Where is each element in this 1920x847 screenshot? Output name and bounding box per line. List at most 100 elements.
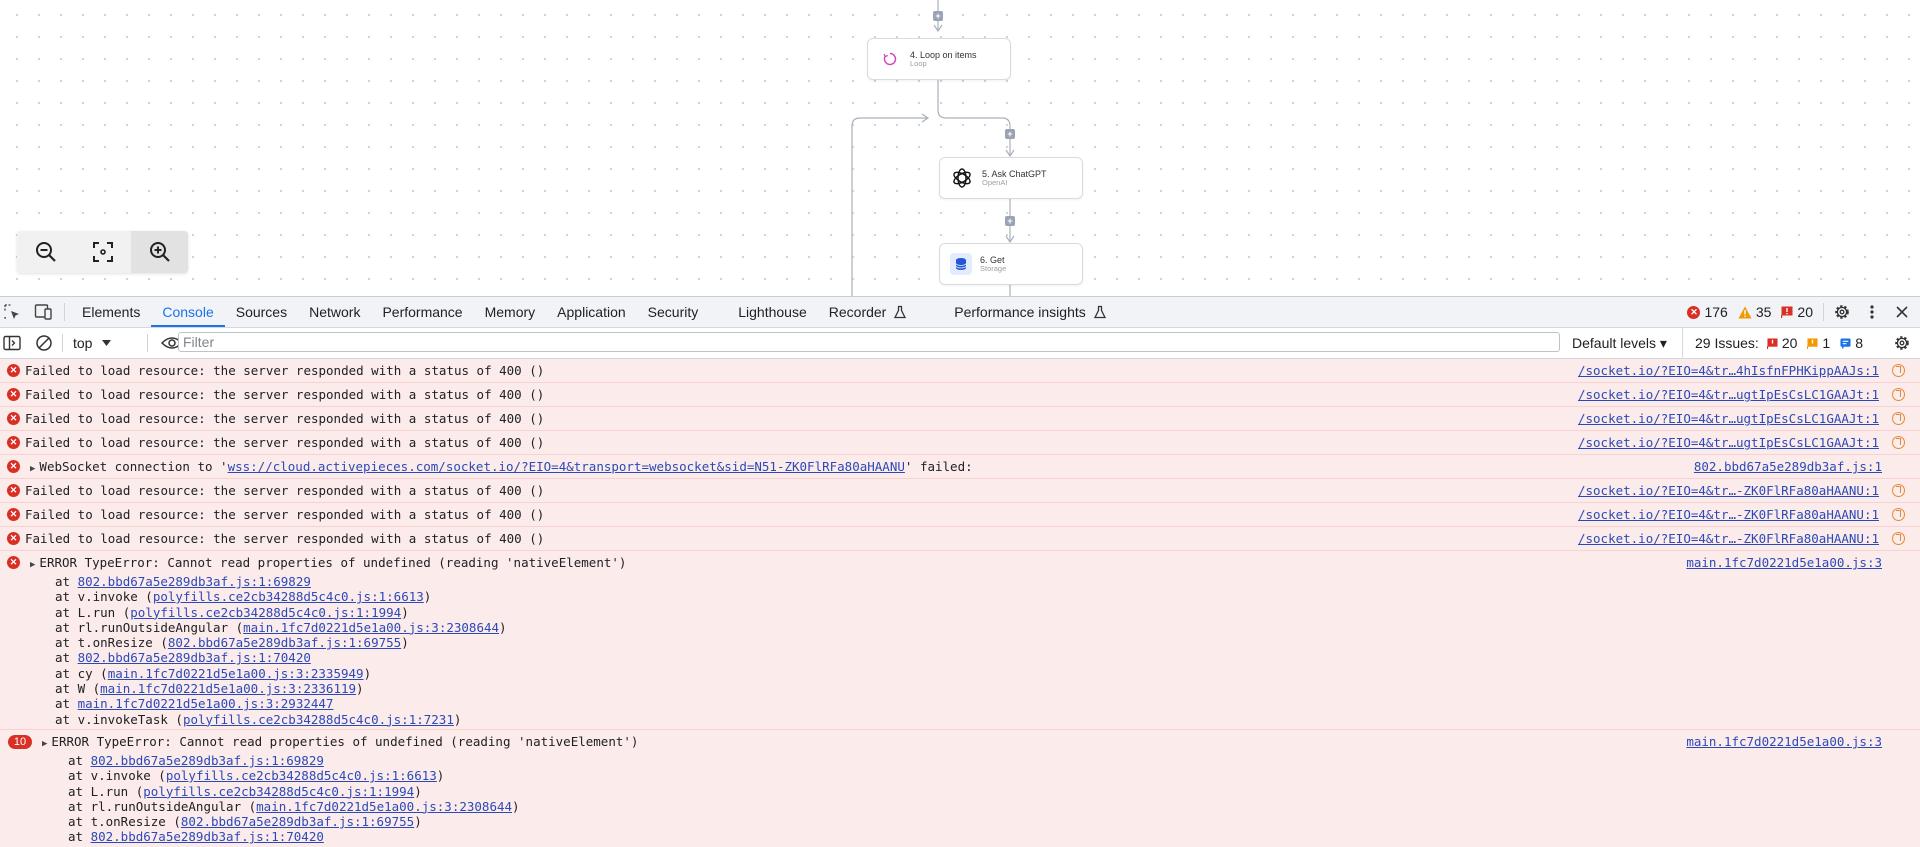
- message-text[interactable]: ▶ WebSocket connection to 'wss://cloud.ac…: [30, 455, 973, 481]
- network-request-icon[interactable]: [1892, 508, 1905, 521]
- more-options-button[interactable]: [1860, 300, 1884, 324]
- source-link[interactable]: main.1fc7d0221d5e1a00.js:3: [1686, 551, 1882, 574]
- warning-count[interactable]: 35: [1738, 304, 1772, 320]
- loop-icon: [878, 47, 902, 71]
- dropdown-arrow-icon: [102, 340, 112, 346]
- tab-lighthouse[interactable]: Lighthouse: [727, 297, 818, 327]
- source-link[interactable]: /socket.io/?EIO=4&tr…-ZK0FlRFa80aHAANU:1: [1578, 479, 1879, 502]
- frame-source-link[interactable]: 802.bbd67a5e289db3af.js:1:70420: [78, 650, 311, 665]
- fit-to-screen-icon: [92, 242, 113, 262]
- sidebar-toggle-button[interactable]: [0, 331, 24, 355]
- network-request-icon[interactable]: [1892, 364, 1905, 377]
- close-devtools-button[interactable]: [1890, 300, 1914, 324]
- source-link[interactable]: /socket.io/?EIO=4&tr…ugtIpEsCsLC1GAAJt:1: [1578, 383, 1879, 406]
- flow-canvas[interactable]: + + + 4. Loop on items Loop 5. Ask ChatG…: [0, 0, 1920, 296]
- source-link[interactable]: main.1fc7d0221d5e1a00.js:3: [1686, 730, 1882, 753]
- zoom-out-button[interactable]: [17, 231, 74, 273]
- source-link[interactable]: /socket.io/?EIO=4&tr…-ZK0FlRFa80aHAANU:1: [1578, 527, 1879, 550]
- frame-source-link[interactable]: polyfills.ce2cb34288d5c4c0.js:1:6613: [153, 589, 424, 604]
- issue-error-flag-icon: [1766, 337, 1778, 349]
- expand-triangle-icon[interactable]: ▶: [30, 554, 35, 577]
- stack-frame: at L.run (polyfills.ce2cb34288d5c4c0.js:…: [0, 605, 1920, 620]
- error-circle-icon: ✕: [1687, 305, 1701, 319]
- frame-source-link[interactable]: 802.bbd67a5e289db3af.js:1:69755: [181, 814, 414, 829]
- flow-step-get-storage[interactable]: 6. Get Storage: [939, 243, 1083, 285]
- websocket-url-link[interactable]: wss://cloud.activepieces.com/socket.io/?…: [228, 459, 905, 474]
- source-link[interactable]: /socket.io/?EIO=4&tr…ugtIpEsCsLC1GAAJt:1: [1578, 431, 1879, 454]
- tab-application[interactable]: Application: [546, 297, 637, 327]
- issues-summary[interactable]: 29 Issues: 20 1 8: [1682, 328, 1863, 358]
- tab-recorder[interactable]: Recorder: [818, 297, 907, 327]
- message-text: Failed to load resource: the server resp…: [25, 387, 545, 402]
- frame-source-link[interactable]: 802.bbd67a5e289db3af.js:1:70420: [91, 829, 324, 844]
- console-filter-input[interactable]: [178, 332, 1560, 352]
- step-subtitle: Storage: [980, 263, 1007, 273]
- stack-trace: at 802.bbd67a5e289db3af.js:1:69829 at v.i…: [0, 574, 1920, 729]
- frame-source-link[interactable]: main.1fc7d0221d5e1a00.js:3:2335949: [108, 666, 364, 681]
- inspect-element-button[interactable]: [0, 300, 24, 324]
- add-step-button[interactable]: +: [933, 11, 943, 21]
- network-request-icon[interactable]: [1892, 388, 1905, 401]
- tab-memory[interactable]: Memory: [474, 297, 547, 327]
- expand-triangle-icon[interactable]: ▶: [42, 733, 47, 756]
- tab-performance[interactable]: Performance: [371, 297, 473, 327]
- add-step-button[interactable]: +: [1005, 216, 1015, 226]
- network-request-icon[interactable]: [1892, 532, 1905, 545]
- device-toolbar-button[interactable]: [32, 300, 56, 324]
- frame-source-link[interactable]: 802.bbd67a5e289db3af.js:1:69755: [168, 635, 401, 650]
- stack-frame: at W (main.1fc7d0221d5e1a00.js:3:2336119…: [0, 681, 1920, 696]
- network-request-icon[interactable]: [1892, 484, 1905, 497]
- add-step-button[interactable]: +: [1005, 129, 1015, 139]
- frame-close: ): [356, 681, 364, 697]
- frame-function: at W (: [55, 681, 101, 697]
- message-text[interactable]: ▶ ERROR TypeError: Cannot read properties…: [42, 730, 638, 756]
- frame-source-link[interactable]: polyfills.ce2cb34288d5c4c0.js:1:1994: [143, 784, 414, 799]
- fit-to-screen-button[interactable]: [74, 231, 131, 273]
- error-circle-icon: ✕: [7, 460, 20, 473]
- error-text: ERROR TypeError: Cannot read properties …: [39, 555, 627, 570]
- issue-flag-icon: [1781, 306, 1793, 318]
- frame-source-link[interactable]: main.1fc7d0221d5e1a00.js:3:2308644: [256, 799, 512, 814]
- log-levels-dropdown[interactable]: Default levels ▾: [1572, 328, 1667, 358]
- openai-icon: [950, 166, 974, 190]
- message-text: Failed to load resource: the server resp…: [25, 507, 545, 522]
- frame-source-link[interactable]: main.1fc7d0221d5e1a00.js:3:2308644: [243, 620, 499, 635]
- message-text[interactable]: ▶ ERROR TypeError: Cannot read properties…: [30, 551, 626, 577]
- tab-console[interactable]: Console: [151, 297, 225, 327]
- frame-source-link[interactable]: polyfills.ce2cb34288d5c4c0.js:1:1994: [130, 605, 401, 620]
- tab-performance-insights[interactable]: Performance insights: [943, 297, 1117, 327]
- frame-close: ): [499, 619, 507, 635]
- gear-icon: [1895, 336, 1909, 350]
- frame-source-link[interactable]: polyfills.ce2cb34288d5c4c0.js:1:6613: [166, 768, 437, 783]
- source-link[interactable]: /socket.io/?EIO=4&tr…-ZK0FlRFa80aHAANU:1: [1578, 503, 1879, 526]
- frame-source-link[interactable]: main.1fc7d0221d5e1a00.js:3:2336119: [100, 681, 356, 696]
- warning-count-value: 35: [1755, 304, 1772, 320]
- console-error-message: ✕ Failed to load resource: the server re…: [0, 527, 1920, 551]
- console-error-message: ✕ Failed to load resource: the server re…: [0, 407, 1920, 431]
- console-settings-button[interactable]: [1890, 331, 1914, 355]
- tab-elements[interactable]: Elements: [71, 297, 151, 327]
- network-request-icon[interactable]: [1892, 436, 1905, 449]
- tab-security[interactable]: Security: [637, 297, 710, 327]
- source-link[interactable]: 802.bbd67a5e289db3af.js:1: [1694, 455, 1882, 478]
- source-link[interactable]: /socket.io/?EIO=4&tr…4hIsfnFPHKippAAJs:1: [1578, 359, 1879, 382]
- clear-console-button[interactable]: [32, 331, 56, 355]
- network-request-icon[interactable]: [1892, 412, 1905, 425]
- settings-button[interactable]: [1830, 300, 1854, 324]
- tab-network[interactable]: Network: [298, 297, 371, 327]
- error-text: ERROR TypeError: Cannot read properties …: [51, 733, 639, 749]
- tab-sources[interactable]: Sources: [225, 297, 298, 327]
- frame-source-link[interactable]: polyfills.ce2cb34288d5c4c0.js:1:7231: [183, 712, 454, 727]
- context-selector[interactable]: top: [73, 335, 131, 351]
- repeat-count-badge: 10: [8, 734, 32, 749]
- issues-count[interactable]: 20: [1781, 304, 1813, 320]
- console-messages[interactable]: ✕ Failed to load resource: the server re…: [0, 359, 1920, 847]
- expand-triangle-icon[interactable]: ▶: [30, 458, 35, 481]
- flow-step-loop[interactable]: 4. Loop on items Loop: [867, 38, 1011, 80]
- zoom-in-button[interactable]: [131, 231, 188, 273]
- frame-source-link[interactable]: main.1fc7d0221d5e1a00.js:3:2932447: [78, 696, 334, 711]
- stack-frame: at 802.bbd67a5e289db3af.js:1:70420: [0, 650, 1920, 665]
- source-link[interactable]: /socket.io/?EIO=4&tr…ugtIpEsCsLC1GAAJt:1: [1578, 407, 1879, 430]
- flow-step-ask-chatgpt[interactable]: 5. Ask ChatGPT OpenAI: [939, 157, 1083, 199]
- error-count[interactable]: ✕ 176: [1687, 304, 1728, 320]
